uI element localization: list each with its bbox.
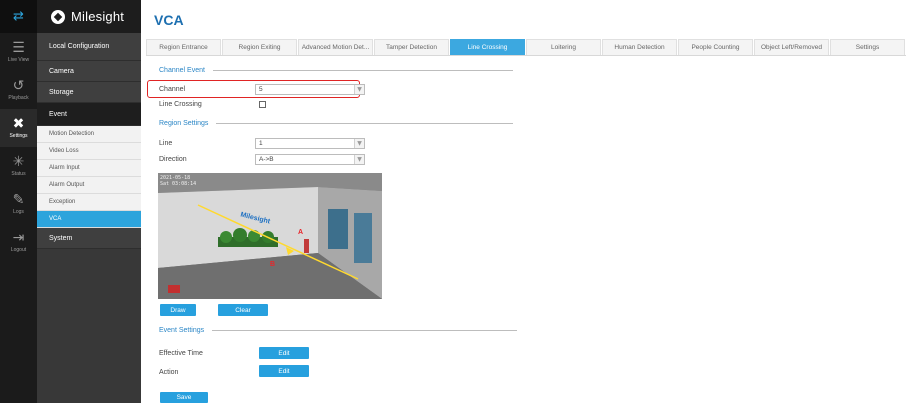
rail-label: Playback: [8, 94, 29, 101]
menu-local-configuration[interactable]: Local Configuration: [37, 33, 141, 61]
rail-label: Logout: [10, 246, 27, 253]
page-title: VCA: [154, 12, 184, 28]
submenu-alarm-output[interactable]: Alarm Output: [37, 177, 141, 194]
rail-status[interactable]: ✳ Status: [0, 147, 37, 185]
icon-rail: ⇄ ☰ Live View ↺ Playback ✖ Settings ✳ St…: [0, 0, 37, 403]
section-event-settings: Event Settings: [159, 327, 518, 334]
tab-advanced-motion-detection[interactable]: Advanced Motion Det...: [298, 39, 373, 55]
clear-button[interactable]: Clear: [218, 304, 268, 316]
rail-logout[interactable]: ⇥ Logout: [0, 223, 37, 261]
save-button[interactable]: Save: [160, 392, 208, 403]
osd-time: Sat 03:08:14: [160, 181, 197, 187]
submenu-alarm-input[interactable]: Alarm Input: [37, 160, 141, 177]
tab-object-left-removed[interactable]: Object Left/Removed: [754, 39, 829, 55]
logout-icon: ⇥: [12, 229, 25, 246]
rail-switch[interactable]: ⇄: [0, 0, 37, 33]
channel-label: Channel: [159, 86, 186, 93]
tab-line-crossing[interactable]: Line Crossing: [450, 39, 525, 55]
line-crossing-checkbox[interactable]: [259, 101, 266, 108]
rail-label: Settings: [9, 132, 28, 139]
camera-scene: [158, 173, 382, 299]
tab-region-entrance[interactable]: Region Entrance: [146, 39, 221, 55]
brand-logo: Milesight: [37, 0, 141, 33]
marker-b: B: [270, 261, 276, 268]
submenu-video-loss[interactable]: Video Loss: [37, 143, 141, 160]
action-edit-button[interactable]: Edit: [259, 365, 309, 377]
menu-camera[interactable]: Camera: [37, 61, 141, 82]
tab-region-exiting[interactable]: Region Exiting: [222, 39, 297, 55]
rail-logs[interactable]: ✎ Logs: [0, 185, 37, 223]
line-label: Line: [159, 140, 173, 147]
rail-label: Status: [11, 170, 26, 177]
playback-icon: ↺: [12, 77, 25, 94]
section-channel-event: Channel Event: [159, 67, 513, 74]
draw-button[interactable]: Draw: [160, 304, 196, 316]
arrows-switch-icon: ⇄: [13, 9, 24, 24]
tab-people-counting[interactable]: People Counting: [678, 39, 753, 55]
channel-select[interactable]: 5 ▼: [255, 84, 365, 95]
camera-preview[interactable]: 2021-05-18 Sat 03:08:14 Milesight A B: [158, 173, 382, 299]
tab-tamper-detection[interactable]: Tamper Detection: [374, 39, 449, 55]
section-divider: [212, 330, 518, 331]
settings-tools-icon: ✖: [12, 115, 25, 132]
chevron-down-icon: ▼: [354, 155, 364, 164]
rail-playback[interactable]: ↺ Playback: [0, 71, 37, 109]
submenu-motion-detection[interactable]: Motion Detection: [37, 126, 141, 143]
action-label: Action: [159, 369, 179, 376]
brand-name: Milesight: [71, 9, 125, 24]
submenu-exception[interactable]: Exception: [37, 194, 141, 211]
video-osd: 2021-05-18 Sat 03:08:14: [160, 175, 196, 187]
effective-time-label: Effective Time: [159, 350, 203, 357]
settings-menu: Milesight Local Configuration Camera Sto…: [37, 0, 141, 403]
section-divider: [212, 70, 513, 71]
menu-storage[interactable]: Storage: [37, 82, 141, 103]
status-icon: ✳: [12, 153, 25, 170]
section-title: Event Settings: [159, 327, 205, 334]
direction-select[interactable]: A->B ▼: [255, 154, 365, 165]
event-submenu: Motion Detection Video Loss Alarm Input …: [37, 126, 141, 228]
line-crossing-label: Line Crossing: [159, 101, 202, 108]
tab-settings[interactable]: Settings: [830, 39, 905, 55]
line-select[interactable]: 1 ▼: [255, 138, 365, 149]
tab-loitering[interactable]: Loitering: [526, 39, 601, 55]
main-content: VCA Region Entrance Region Exiting Advan…: [141, 0, 907, 403]
direction-value: A->B: [259, 156, 274, 163]
nvr-settings-window: ⇄ ☰ Live View ↺ Playback ✖ Settings ✳ St…: [0, 0, 907, 403]
logs-icon: ✎: [12, 191, 25, 208]
tab-human-detection[interactable]: Human Detection: [602, 39, 677, 55]
section-title: Channel Event: [159, 67, 205, 74]
menu-event[interactable]: Event: [37, 103, 141, 126]
chevron-down-icon: ▼: [354, 139, 364, 148]
effective-time-edit-button[interactable]: Edit: [259, 347, 309, 359]
section-title: Region Settings: [159, 120, 209, 127]
rail-label: Live View: [7, 56, 30, 63]
chevron-down-icon: ▼: [354, 85, 364, 94]
submenu-vca[interactable]: VCA: [37, 211, 141, 228]
rail-live-view[interactable]: ☰ Live View: [0, 33, 37, 71]
channel-value: 5: [259, 86, 263, 93]
vca-tabs: Region Entrance Region Exiting Advanced …: [146, 39, 906, 56]
marker-a: A: [298, 229, 304, 236]
section-divider: [216, 123, 514, 124]
rail-label: Logs: [13, 208, 24, 215]
direction-label: Direction: [159, 156, 187, 163]
rail-settings[interactable]: ✖ Settings: [0, 109, 37, 147]
section-region-settings: Region Settings: [159, 120, 514, 127]
live-view-icon: ☰: [12, 39, 25, 56]
milesight-logo-icon: [51, 9, 65, 24]
menu-system[interactable]: System: [37, 228, 141, 249]
line-value: 1: [259, 140, 263, 147]
